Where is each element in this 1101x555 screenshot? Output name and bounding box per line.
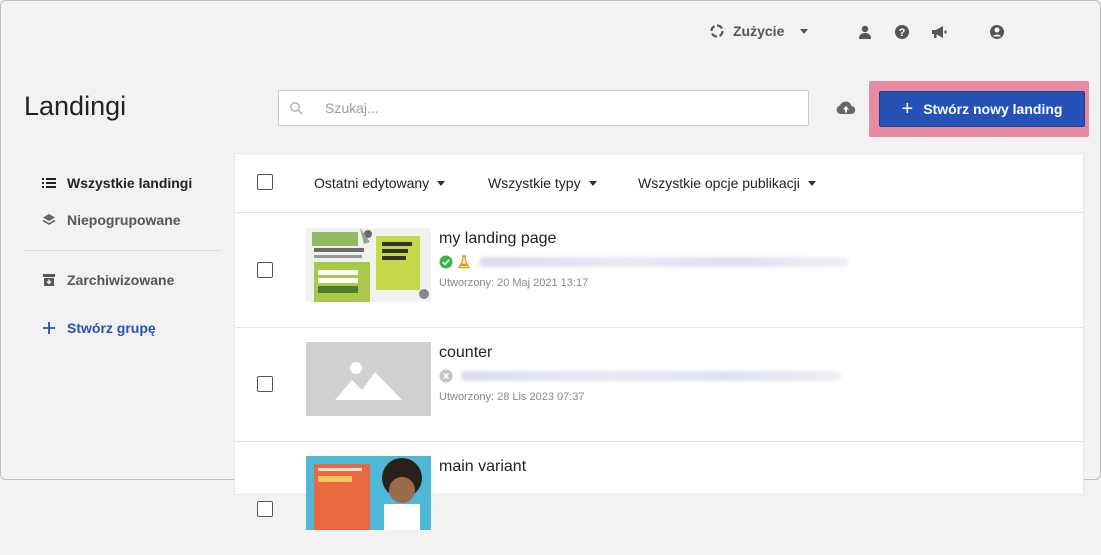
landing-url-blurred [461, 371, 841, 381]
landing-created-date: Utworzony: 28 Lis 2023 07:37 [439, 391, 585, 403]
search-icon [289, 100, 305, 116]
sidebar-item-label: Niepogrupowane [67, 212, 181, 228]
sidebar-item-label: Stwórz grupę [67, 320, 156, 336]
user-admin-icon[interactable] [856, 23, 874, 41]
type-filter-dropdown[interactable]: Wszystkie typy [488, 175, 597, 191]
row-checkbox[interactable] [257, 262, 273, 278]
create-button-highlight: + Stwórz nowy landing [869, 81, 1089, 137]
sort-dropdown[interactable]: Ostatni edytowany [314, 175, 446, 191]
top-bar: Zużycie ? [1, 19, 1100, 47]
chevron-down-icon [588, 180, 597, 186]
list-header: Ostatni edytowany Wszystkie typy Wszystk… [235, 154, 1083, 213]
landing-row[interactable]: counter Utworzony: 28 Lis 2023 07:37 [235, 327, 1083, 442]
page-title: Landingi [24, 91, 127, 121]
flask-icon [457, 255, 471, 269]
megaphone-icon[interactable] [930, 23, 948, 41]
plus-icon [41, 320, 57, 336]
upload-icon[interactable] [836, 100, 856, 116]
chevron-down-icon [800, 28, 809, 34]
landing-row[interactable]: my landing page Utworzony: 20 Maj 2021 1… [235, 213, 1083, 328]
publish-filter-label: Wszystkie opcje publikacji [638, 175, 800, 191]
sidebar-divider [24, 250, 222, 251]
row-checkbox[interactable] [257, 501, 273, 517]
sidebar-item-archived[interactable]: Zarchiwizowane [41, 268, 174, 292]
plus-icon: + [901, 98, 914, 120]
landing-thumbnail[interactable] [306, 456, 431, 530]
sidebar-item-ungrouped[interactable]: Niepogrupowane [41, 208, 181, 232]
svg-text:?: ? [899, 27, 906, 39]
create-landing-button[interactable]: + Stwórz nowy landing [879, 91, 1085, 127]
sidebar-item-label: Zarchiwizowane [67, 272, 175, 288]
search-input[interactable] [323, 99, 797, 117]
landing-title[interactable]: counter [439, 344, 492, 362]
type-filter-label: Wszystkie typy [488, 175, 581, 191]
search-box[interactable] [278, 90, 809, 126]
usage-label: Zużycie [733, 23, 785, 39]
row-checkbox[interactable] [257, 376, 273, 392]
archive-icon [41, 272, 57, 288]
unpublished-x-icon [439, 369, 453, 383]
landing-status [439, 369, 841, 383]
usage-icon [709, 23, 725, 39]
help-icon[interactable]: ? [893, 23, 911, 41]
select-all-checkbox[interactable] [257, 174, 273, 190]
sidebar-item-label: Wszystkie landingi [67, 175, 193, 191]
landing-status [439, 255, 849, 269]
chevron-down-icon [807, 180, 816, 186]
account-icon[interactable] [988, 23, 1006, 41]
landing-row[interactable]: main variant [235, 441, 1083, 555]
usage-menu[interactable]: Zużycie [709, 23, 809, 39]
landing-created-date: Utworzony: 20 Maj 2021 13:17 [439, 277, 589, 289]
landing-title[interactable]: main variant [439, 458, 526, 476]
landing-url-blurred [479, 257, 849, 267]
landing-thumbnail[interactable] [306, 228, 431, 302]
create-landing-label: Stwórz nowy landing [923, 101, 1063, 117]
publish-filter-dropdown[interactable]: Wszystkie opcje publikacji [638, 175, 816, 191]
sort-label: Ostatni edytowany [314, 175, 430, 191]
landing-list-panel: Ostatni edytowany Wszystkie typy Wszystk… [235, 154, 1083, 530]
create-group-button[interactable]: Stwórz grupę [41, 316, 156, 340]
sidebar-item-all-landings[interactable]: Wszystkie landingi [41, 171, 192, 195]
layers-icon [41, 212, 57, 228]
published-check-icon [439, 255, 453, 269]
list-icon [41, 175, 57, 191]
chevron-down-icon [437, 180, 446, 186]
landing-thumbnail-placeholder[interactable] [306, 342, 431, 416]
landing-title[interactable]: my landing page [439, 230, 556, 248]
